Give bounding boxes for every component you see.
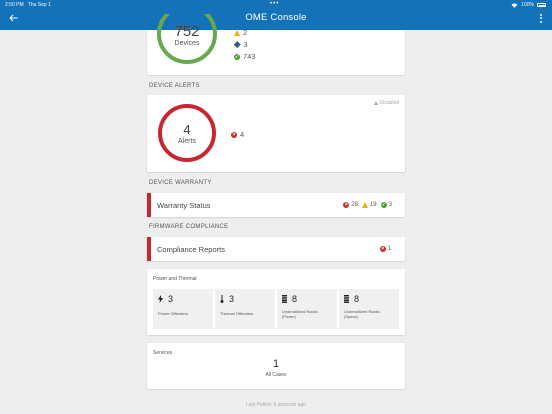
underutilized-racks-space-tile[interactable]: 8 Underutilized Racks (Space) xyxy=(339,289,399,329)
warranty-ok-count: 3 xyxy=(388,202,392,208)
critical-status-bar xyxy=(147,193,151,217)
thermal-offenders-label: Thermal Offenders xyxy=(220,311,254,316)
devices-ok-count: 743 xyxy=(243,52,256,61)
disabled-label: Disabled xyxy=(379,100,399,106)
wifi-icon xyxy=(511,3,518,8)
status-bar: 2:50 PM Thu Sep 1 ••• 100% xyxy=(0,0,552,9)
status-bar-time: 2:50 PM Thu Sep 1 xyxy=(5,2,51,8)
alerts-critical-row: × 4 xyxy=(231,130,244,139)
devices-warning-count: 2 xyxy=(243,28,248,37)
racks-space-label: Underutilized Racks (Space) xyxy=(344,309,380,319)
devices-unknown-row: 3 xyxy=(234,40,248,49)
rack-icon xyxy=(344,295,349,303)
alerts-disabled-tag: Disabled xyxy=(373,100,399,106)
time-text: 2:50 PM xyxy=(5,2,24,8)
critical-status-bar xyxy=(147,237,151,261)
bolt-icon xyxy=(158,295,163,303)
critical-x-icon: × xyxy=(343,202,350,208)
section-device-alerts: DEVICE ALERTS xyxy=(149,83,200,89)
unknown-diamond-icon xyxy=(234,41,241,48)
power-offenders-label: Power Offenders xyxy=(158,311,188,316)
status-bar-right: 100% xyxy=(511,2,546,8)
devices-card[interactable]: 752 Devices xyxy=(147,14,405,75)
warranty-warning-count: 19 xyxy=(369,202,377,208)
multitasking-dots-icon[interactable]: ••• xyxy=(270,1,279,7)
warranty-status-counts: × 28 19 ✓ 3 xyxy=(343,202,392,208)
section-device-warranty: DEVICE WARRANTY xyxy=(149,180,212,186)
devices-ok-row: ✓ 743 xyxy=(234,52,256,61)
power-offenders-tile[interactable]: 3 Power Offenders xyxy=(153,289,213,329)
ok-check-icon: ✓ xyxy=(380,202,387,208)
rack-icon xyxy=(282,295,287,303)
compliance-reports-row[interactable]: Compliance Reports × 1 xyxy=(147,237,405,261)
services-label: All Cases xyxy=(265,372,287,378)
power-thermal-title: Power and Thermal xyxy=(153,276,197,282)
racks-power-count: 8 xyxy=(292,294,298,304)
compliance-status-counts: × 1 xyxy=(379,246,391,252)
warranty-status-label: Warranty Status xyxy=(157,201,211,210)
kebab-dot-icon xyxy=(540,20,542,23)
services-count: 1 xyxy=(272,358,280,370)
compliance-critical-count: 1 xyxy=(387,246,391,252)
compliance-reports-label: Compliance Reports xyxy=(157,245,225,254)
more-menu-button[interactable] xyxy=(536,12,546,24)
devices-ring-text: 752 Devices xyxy=(155,24,219,54)
battery-percent: 100% xyxy=(521,2,534,8)
kebab-dot-icon xyxy=(540,13,542,16)
page-title: OME Console xyxy=(245,12,307,23)
warranty-status-row[interactable]: Warranty Status × 28 19 ✓ 3 xyxy=(147,193,405,217)
warranty-critical-count: 28 xyxy=(351,202,358,208)
racks-power-label: Underutilized Racks (Power) xyxy=(282,309,318,319)
thermometer-icon xyxy=(220,295,224,303)
section-firmware-compliance: FIRMWARE COMPLIANCE xyxy=(149,224,229,230)
last-polled-text: Last Polled: 6 seconds ago xyxy=(245,402,307,408)
devices-warning-row: 2 xyxy=(234,28,247,37)
kebab-dot-icon xyxy=(540,17,542,19)
devices-count: 752 xyxy=(174,23,200,40)
services-card[interactable]: Services 1 All Cases xyxy=(147,343,405,389)
warning-icon xyxy=(361,202,368,208)
devices-unknown-count: 3 xyxy=(243,40,248,49)
critical-x-icon: × xyxy=(379,246,386,252)
underutilized-racks-power-tile[interactable]: 8 Underutilized Racks (Power) xyxy=(277,289,337,329)
thermal-offenders-count: 3 xyxy=(229,294,235,304)
app-header: 2:50 PM Thu Sep 1 ••• 100% OME Console xyxy=(0,0,552,30)
alerts-label: Alerts xyxy=(178,138,196,145)
critical-x-icon: × xyxy=(231,131,237,138)
ok-check-icon: ✓ xyxy=(234,53,240,60)
devices-label: Devices xyxy=(174,40,200,47)
racks-space-count: 8 xyxy=(354,294,360,304)
thermal-offenders-tile[interactable]: 3 Thermal Offenders xyxy=(215,289,275,329)
services-title: Services xyxy=(153,350,173,356)
power-thermal-card: Power and Thermal 3 Power Offenders 3 Th… xyxy=(147,269,405,335)
power-offenders-count: 3 xyxy=(168,294,174,304)
alerts-count: 4 xyxy=(183,122,191,137)
disabled-warning-icon xyxy=(373,101,378,105)
warning-icon xyxy=(234,29,240,36)
alerts-critical-count: 4 xyxy=(240,130,245,139)
battery-icon xyxy=(537,3,546,7)
alerts-card[interactable]: Disabled 4 Alerts × 4 xyxy=(147,95,405,172)
alerts-ring-text: 4 Alerts xyxy=(157,123,217,145)
date-text: Thu Sep 1 xyxy=(27,2,51,8)
